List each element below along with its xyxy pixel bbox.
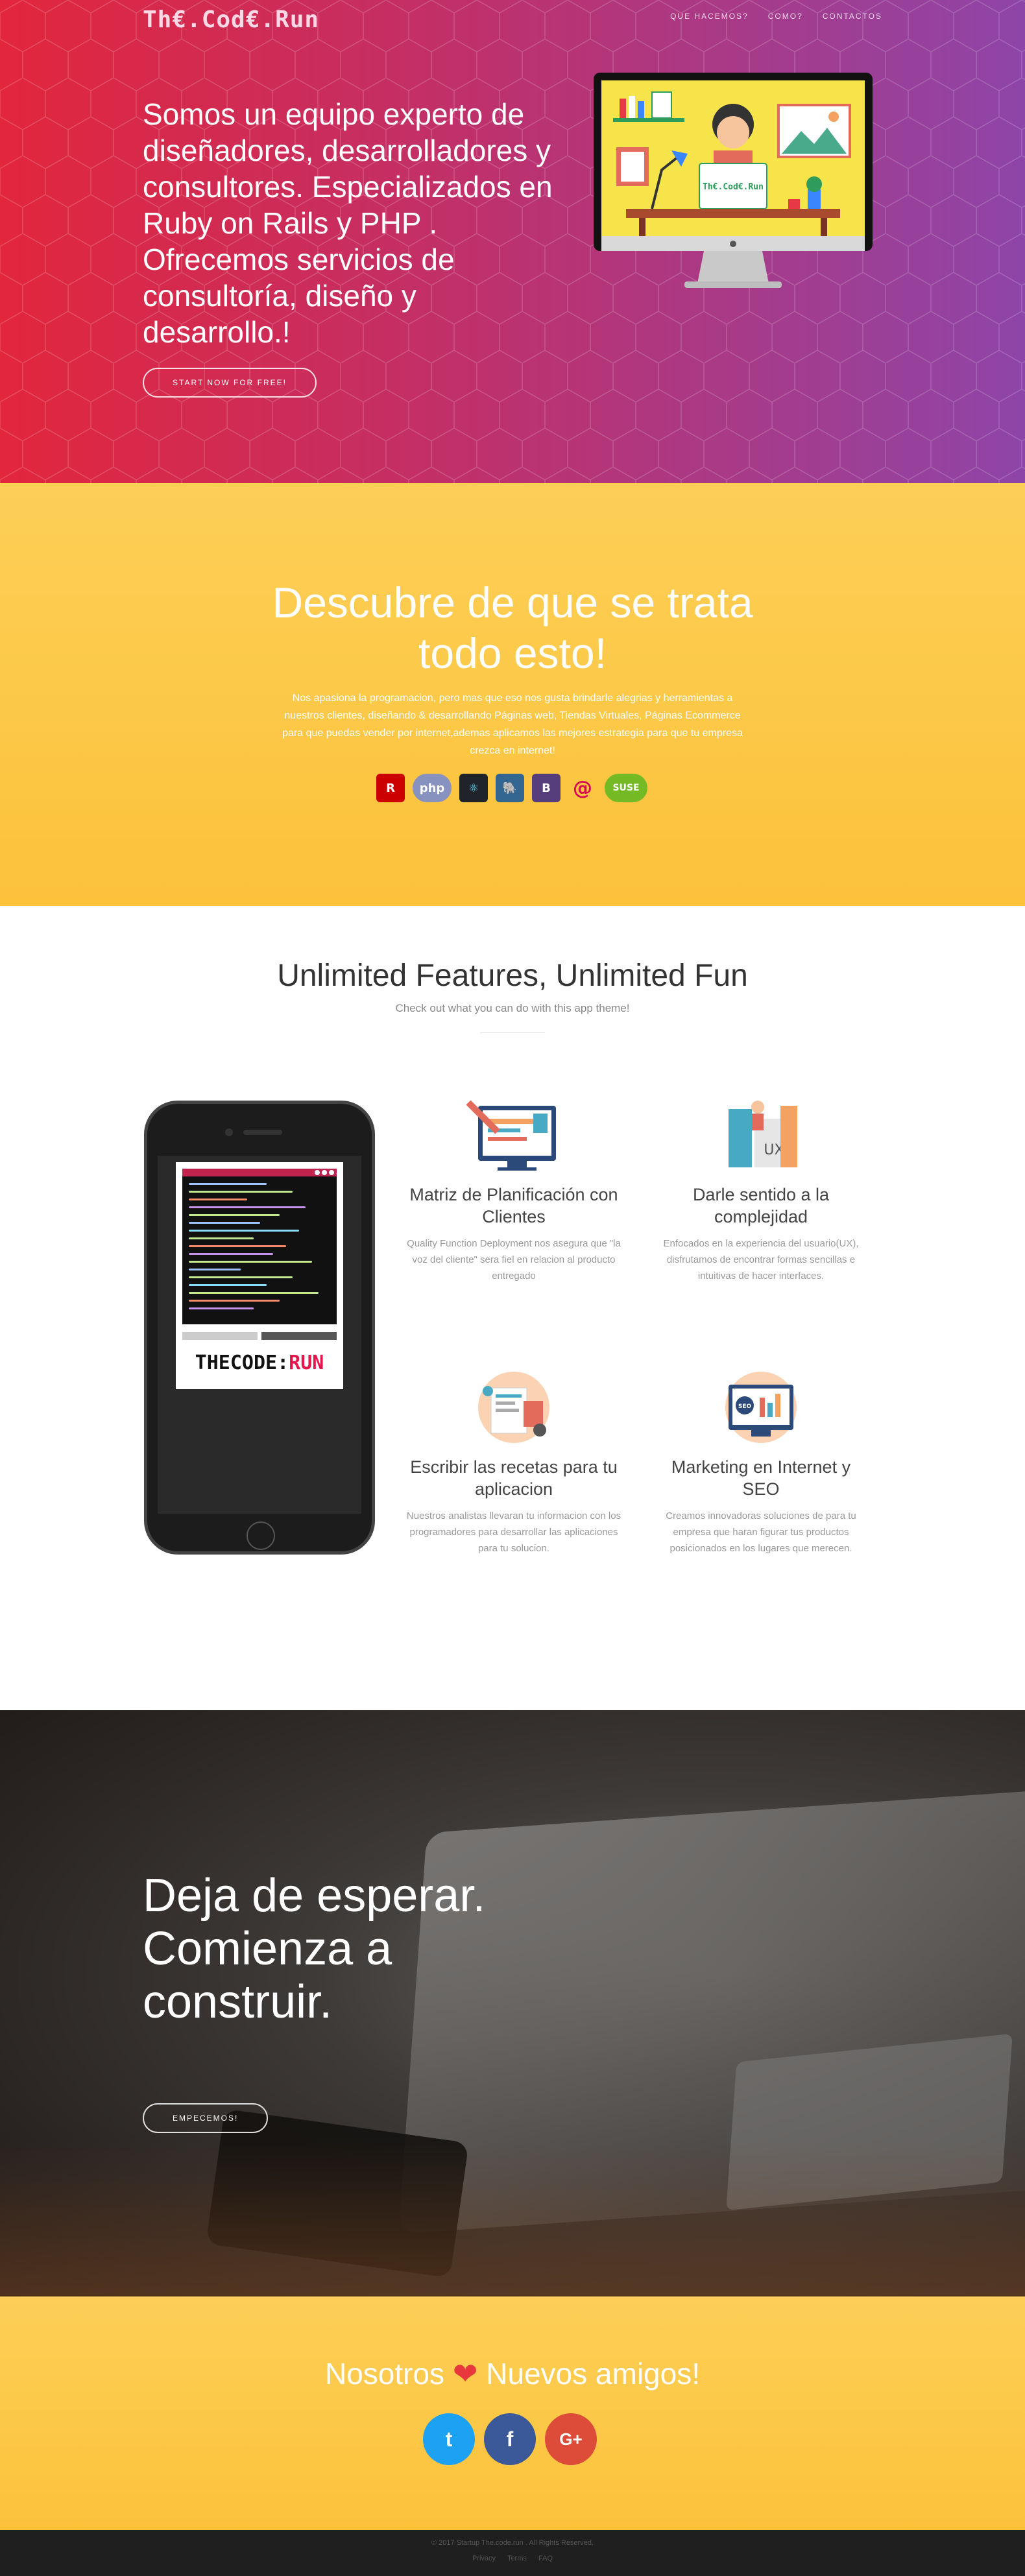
cta-section: Deja de esperar. Comienza a construir. E… <box>0 1710 1025 2296</box>
nav-links: QUE HACEMOS? COMO? CONTACTOS <box>670 12 882 21</box>
discover-section: Descubre de que se trata todo esto! Nos … <box>0 483 1025 906</box>
phone-screen: THECODE:RUN <box>158 1156 361 1514</box>
facebook-icon[interactable]: f <box>484 2413 536 2465</box>
feature-title: Marketing en Internet y SEO <box>671 1457 851 1499</box>
phone-screen-card: THECODE:RUN <box>176 1162 343 1389</box>
footer-link-privacy[interactable]: Privacy <box>472 2555 496 2562</box>
opensuse-icon: SUSE <box>605 774 647 802</box>
features-subtitle: Check out what you can do with this app … <box>395 1002 630 1014</box>
hero-headline: Somos un equipo experto de diseñadores, … <box>143 97 553 349</box>
feature-planning: Matriz de Planificación con Clientes Qua… <box>404 1093 624 1284</box>
ux-icon: UX <box>729 1101 797 1167</box>
nav-link-como[interactable]: COMO? <box>768 12 803 21</box>
cta-title: Deja de esperar. Comienza a construir. <box>143 1870 486 2028</box>
postgresql-icon: 🐘 <box>496 774 524 802</box>
top-nav: Th€.Cod€.Run QUE HACEMOS? COMO? CONTACTO… <box>0 0 1025 38</box>
phone-logo: THECODE:RUN <box>195 1352 324 1374</box>
debian-icon: @ <box>573 776 592 800</box>
speaker-icon <box>243 1130 282 1135</box>
footer-link-terms[interactable]: Terms <box>507 2555 527 2562</box>
empecemos-button[interactable]: Empecemos! <box>143 2103 269 2133</box>
footer-links: Privacy Terms FAQ <box>0 2555 1025 2562</box>
feature-desc: Quality Function Deployment nos asegura … <box>407 1238 621 1282</box>
feature-title: Darle sentido a la complejidad <box>692 1185 830 1226</box>
svg-text:SEO: SEO <box>738 1403 752 1410</box>
feature-recipes: Escribir las recetas para tu aplicacion … <box>404 1365 624 1556</box>
hero-section: Th€.Cod€.Run QUE HACEMOS? COMO? CONTACTO… <box>0 0 1025 483</box>
twitter-icon[interactable]: t <box>423 2413 475 2465</box>
discover-title: Descubre de que se trata todo esto! <box>272 578 753 677</box>
feature-seo: SEO Marketing en Internet y SEO Creamos … <box>651 1365 871 1556</box>
tech-logos: R php ⚛ 🐘 B @ SUSE <box>376 774 647 802</box>
bootstrap-icon: B <box>532 774 561 802</box>
feature-ux: UX Darle sentido a la complejidad Enfoca… <box>651 1093 871 1284</box>
nav-link-que-hacemos[interactable]: QUE HACEMOS? <box>670 12 749 21</box>
recipe-icon <box>478 1372 549 1443</box>
brand-logo[interactable]: Th€.Cod€.Run <box>143 6 319 33</box>
copyright: © 2017 Startup The.code.run . All Rights… <box>431 2539 594 2547</box>
discover-text: Nos apasiona la programacion, pero mas q… <box>282 693 743 756</box>
heart-icon: ❤ <box>452 2357 478 2391</box>
start-now-button[interactable]: Start Now for Free! <box>143 368 317 398</box>
window-dots-icon <box>315 1170 334 1175</box>
feature-desc: Creamos innovadoras soluciones de para t… <box>666 1510 856 1554</box>
monitor-screen-label: Th€.Cod€.Run <box>703 182 764 192</box>
social-title: Nosotros ❤ Nuevos amigos! <box>324 2357 700 2391</box>
wood-table <box>0 2141 1025 2296</box>
features-title: Unlimited Features, Unlimited Fun <box>277 959 748 993</box>
monitor-illustration: Th€.Cod€.Run <box>594 73 873 288</box>
google-plus-icon[interactable]: G+ <box>545 2413 597 2465</box>
rails-icon: R <box>376 774 405 802</box>
feature-title: Matriz de Planificación con Clientes <box>409 1185 618 1226</box>
planning-icon <box>466 1100 556 1171</box>
feature-title: Escribir las recetas para tu aplicacion <box>410 1457 618 1499</box>
camera-icon <box>225 1128 233 1136</box>
footer: © 2017 Startup The.code.run . All Rights… <box>0 2530 1025 2576</box>
home-button-icon <box>247 1521 275 1550</box>
feature-desc: Enfocados en la experiencia del usuario(… <box>663 1238 859 1282</box>
social-section: Nosotros ❤ Nuevos amigos! t f G+ <box>0 2296 1025 2530</box>
social-buttons: t f G+ <box>423 2413 597 2465</box>
nav-link-contactos[interactable]: CONTACTOS <box>823 12 882 21</box>
react-icon: ⚛ <box>459 774 488 802</box>
footer-link-faq[interactable]: FAQ <box>538 2555 553 2562</box>
phone-mockup: THECODE:RUN <box>144 1101 375 1555</box>
seo-icon: SEO <box>725 1372 797 1443</box>
features-section: Unlimited Features, Unlimited Fun Check … <box>0 906 1025 1710</box>
feature-desc: Nuestros analistas llevaran tu informaci… <box>406 1510 621 1554</box>
divider <box>480 1032 545 1033</box>
progress-bars <box>182 1332 337 1340</box>
code-terminal <box>182 1169 337 1324</box>
php-icon: php <box>413 774 452 802</box>
